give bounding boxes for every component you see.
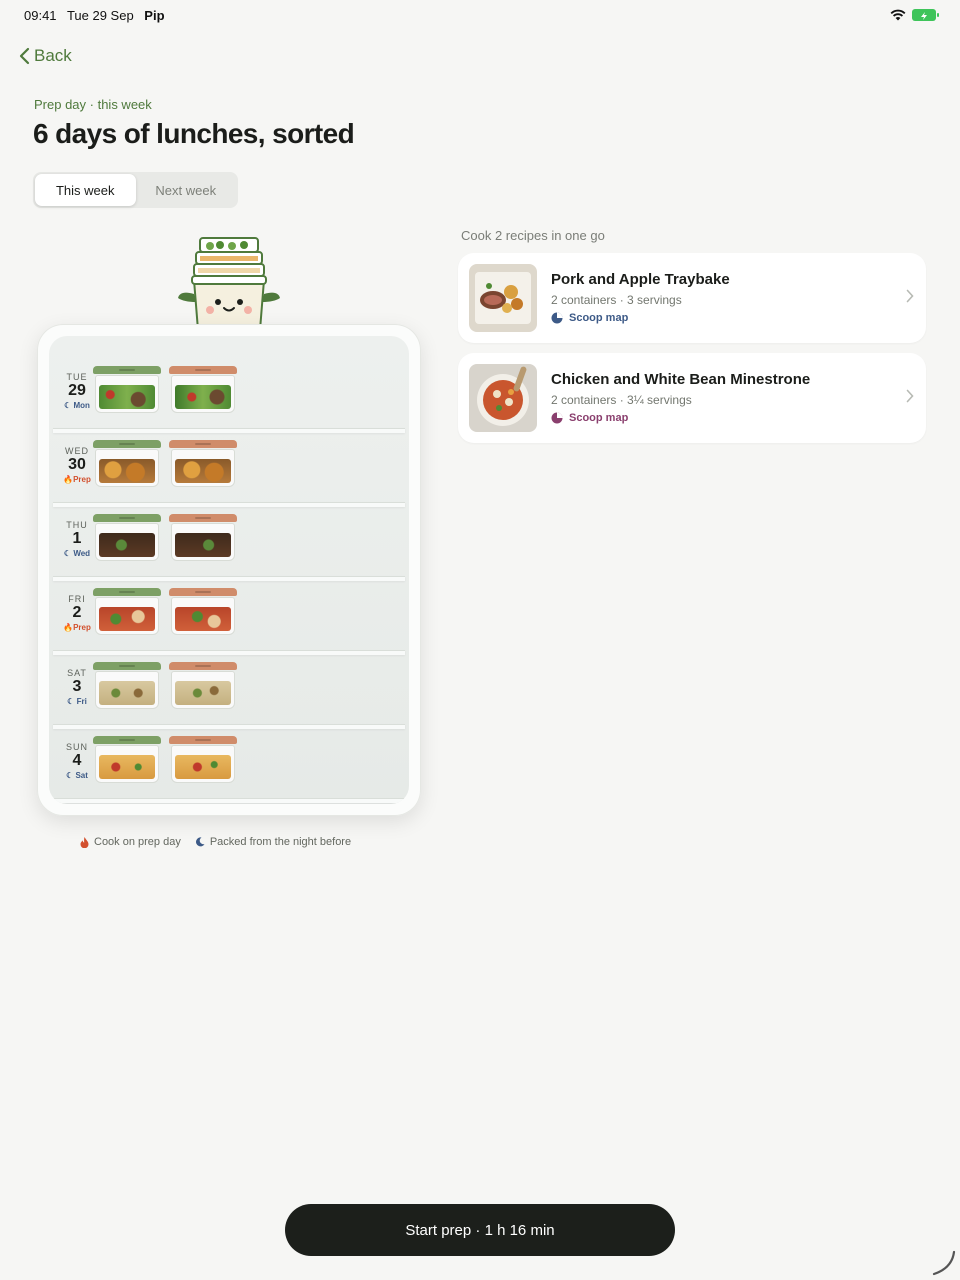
container-minestrone[interactable] [169,736,237,784]
shelf-sat[interactable]: SAT 3 ☾ Fri [49,654,409,729]
chevron-right-icon [906,289,914,303]
page-title: 6 days of lunches, sorted [33,118,355,149]
status-bar: 09:41 Tue 29 Sep Pip [0,0,960,30]
container-minestrone[interactable] [169,366,237,414]
tag-label: Prep [73,623,91,632]
day-number: 2 [72,604,82,621]
start-prep-button[interactable]: Start prep · 1 h 16 min [285,1204,675,1256]
day-number: 4 [72,752,82,769]
day-label: THU 1 ☾ Wed [59,520,95,558]
day-of-week: FRI [68,594,86,604]
prep-tag: 🔥Prep [63,623,91,632]
container-pork[interactable] [93,440,161,488]
status-time: 09:41 [24,8,57,23]
day-number: 3 [72,678,82,695]
recipe-name: Chicken and White Bean Minestrone [551,371,811,388]
container-pork[interactable] [93,662,161,710]
legend-night: Packed from the night before [195,836,351,848]
recipe-card-pork[interactable]: Pork and Apple Traybake 2 containers · 3… [458,253,926,343]
scoop-map-label: Scoop map [569,312,629,324]
night-tag: ☾ Mon [64,401,90,410]
status-date: Tue 29 Sep [66,8,134,23]
chevron-right-icon [906,389,914,403]
wifi-icon [890,9,906,21]
container-minestrone[interactable] [169,588,237,636]
recipe-meta: 2 containers · 3¼ servings [551,393,692,407]
day-of-week: WED [65,446,89,456]
fridge-panel: TUE 29 ☾ Mon WED 30 🔥Prep THU 1 ☾ Wed FR… [37,324,421,816]
container-pork[interactable] [93,588,161,636]
legend-night-label: Packed from the night before [209,836,352,848]
pie-chart-icon [551,312,563,324]
prep-tag: 🔥Prep [63,475,91,484]
back-button[interactable]: Back [18,46,72,66]
container-minestrone[interactable] [169,514,237,562]
shelf-wed[interactable]: WED 30 🔥Prep [49,432,409,507]
status-app-name: Pip [144,8,165,23]
day-label: SAT 3 ☾ Fri [59,668,95,706]
night-tag: ☾ Wed [63,549,91,558]
segment-this-week[interactable]: This week [35,174,136,206]
day-label: TUE 29 ☾ Mon [59,372,95,410]
back-label: Back [34,46,72,65]
battery-icon [912,9,939,21]
recipe-card-minestrone[interactable]: Chicken and White Bean Minestrone 2 cont… [458,353,926,443]
shelf-tue[interactable]: TUE 29 ☾ Mon [49,358,409,433]
tag-label: Fri [76,697,87,706]
recipe-name: Pork and Apple Traybake [551,271,730,288]
scoop-map-link[interactable]: Scoop map [551,412,628,424]
week-segmented-control: This week Next week [33,172,238,208]
day-of-week: THU [66,520,88,530]
pie-chart-icon [551,412,563,424]
day-of-week: SAT [67,668,87,678]
segment-next-week[interactable]: Next week [136,174,237,206]
day-number: 1 [72,530,82,547]
night-tag: ☾ Sat [66,771,88,780]
page-eyebrow: Prep day · this week [34,97,152,112]
container-minestrone[interactable] [169,440,237,488]
container-pork[interactable] [93,736,161,784]
recipes-section-label: Cook 2 recipes in one go [461,228,605,243]
scoop-map-link[interactable]: Scoop map [551,312,628,324]
flame-icon [80,836,89,848]
tag-label: Sat [75,771,88,780]
recipe-thumbnail [469,364,537,432]
day-of-week: SUN [65,742,88,752]
shelf-thu[interactable]: THU 1 ☾ Wed [49,506,409,581]
day-of-week: TUE [66,372,88,382]
day-label: WED 30 🔥Prep [59,446,95,484]
scoop-map-label: Scoop map [569,412,629,424]
resize-handle-icon[interactable] [928,1248,956,1276]
recipe-thumbnail [469,264,537,332]
tag-label: Mon [73,401,90,410]
container-pork[interactable] [93,514,161,562]
container-pork[interactable] [93,366,161,414]
day-number: 30 [68,456,86,473]
day-label: FRI 2 🔥Prep [59,594,95,632]
moon-icon [195,837,205,847]
day-label: SUN 4 ☾ Sat [59,742,95,780]
recipe-meta: 2 containers · 3 servings [551,293,682,307]
tag-label: Prep [73,475,91,484]
day-number: 29 [68,382,86,399]
status-left: 09:41 Tue 29 Sep Pip [24,8,172,23]
fridge-legend: Cook on prep day Packed from the night b… [80,836,351,848]
tag-label: Wed [73,549,91,558]
status-right [890,9,939,21]
container-minestrone[interactable] [169,662,237,710]
legend-prep: Cook on prep day [80,836,181,848]
shelf-fri[interactable]: FRI 2 🔥Prep [49,580,409,655]
night-tag: ☾ Fri [67,697,87,706]
chevron-left-icon [19,47,30,65]
legend-prep-label: Cook on prep day [94,836,181,848]
fridge-interior: TUE 29 ☾ Mon WED 30 🔥Prep THU 1 ☾ Wed FR… [49,336,409,804]
shelf-sun[interactable]: SUN 4 ☾ Sat [49,728,409,803]
